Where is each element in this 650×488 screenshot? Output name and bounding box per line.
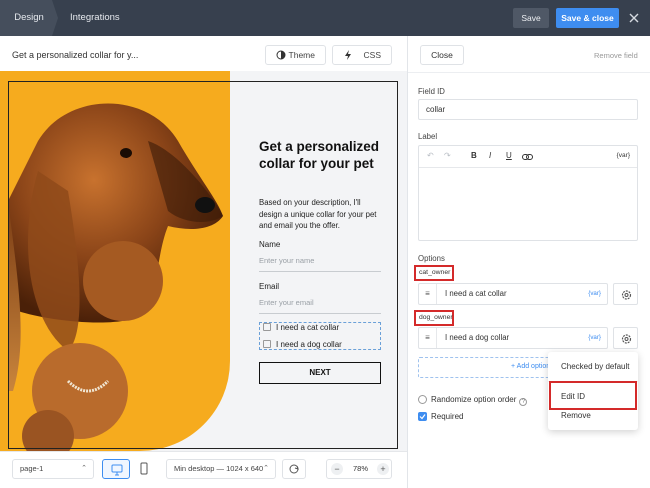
breakpoint-select[interactable]: Min desktop — 1024 x 640 ⌃ <box>166 459 276 479</box>
preview-heading: Get a personalized collar for your pet <box>259 139 380 171</box>
option-settings-button[interactable] <box>613 327 638 349</box>
name-input[interactable]: Enter your name <box>259 256 381 272</box>
lightning-icon <box>345 50 351 60</box>
undo-icon[interactable]: ↶ <box>427 151 434 160</box>
preview-option-dog[interactable]: I need a dog collar <box>263 340 342 349</box>
rotate-button[interactable] <box>282 459 306 479</box>
chevron-up-icon: ⌃ <box>263 465 269 472</box>
insert-variable-button[interactable]: {var} <box>617 152 630 159</box>
option-var-button[interactable]: {var} <box>588 284 601 304</box>
underline-button[interactable]: U <box>506 151 512 160</box>
tab-integrations[interactable]: Integrations <box>70 0 120 36</box>
css-button[interactable]: CSS <box>332 45 392 65</box>
tab-design[interactable]: Design <box>0 0 58 36</box>
required-label: Required <box>431 412 464 421</box>
preview-option-cat[interactable]: I need a cat collar <box>263 323 339 332</box>
label-label: Label <box>418 132 438 141</box>
desktop-view-button[interactable] <box>102 459 130 479</box>
option-var-button[interactable]: {var} <box>588 328 601 348</box>
theme-button-label: Theme <box>288 50 315 60</box>
email-field-label: Email <box>259 282 280 291</box>
email-input[interactable]: Enter your email <box>259 298 381 314</box>
panel-header-divider <box>408 72 650 73</box>
redo-icon[interactable]: ↷ <box>444 151 451 160</box>
form-title: Get a personalized collar for y... <box>12 50 139 60</box>
field-id-input[interactable]: collar <box>418 99 638 120</box>
preview-option-cat-label: I need a cat collar <box>276 323 340 332</box>
checkbox-icon <box>263 340 271 348</box>
name-field-label: Name <box>259 240 281 249</box>
option-row-cat: ≡ I need a cat collar {var} <box>418 283 608 305</box>
panel-close-button[interactable]: Close <box>420 45 464 65</box>
rotate-icon <box>289 464 299 474</box>
preview-option-dog-label: I need a dog collar <box>276 340 342 349</box>
italic-button[interactable]: I <box>489 151 491 160</box>
field-id-label: Field ID <box>418 87 445 96</box>
page-select-value: page-1 <box>20 464 44 473</box>
options-label: Options <box>418 254 445 263</box>
gear-icon <box>621 290 632 300</box>
zoom-level: 78% <box>353 464 369 473</box>
option-id-dog: dog_owner <box>419 314 453 321</box>
save-button[interactable]: Save <box>513 8 549 28</box>
drag-handle-icon[interactable]: ≡ <box>419 284 437 304</box>
zoom-out-button[interactable]: − <box>331 463 343 475</box>
link-icon[interactable] <box>522 153 533 161</box>
highlight-box <box>549 381 637 410</box>
remove-field-link[interactable]: Remove field <box>594 51 638 60</box>
option-text-dog[interactable]: I need a dog collar <box>445 328 509 348</box>
randomize-label: Randomize option order <box>431 395 517 404</box>
bold-button[interactable]: B <box>471 151 477 160</box>
preview-description: Based on your description, I'll design a… <box>259 198 377 230</box>
radio-icon <box>418 395 427 404</box>
mobile-icon <box>140 462 148 475</box>
gear-icon <box>621 334 632 344</box>
label-editor[interactable]: ↶ ↷ B I U {var} <box>418 145 638 241</box>
randomize-option[interactable]: Randomize option order? <box>418 395 528 406</box>
next-button[interactable]: NEXT <box>259 362 381 384</box>
checkbox-checked-icon <box>418 412 427 421</box>
chevron-up-icon: ⌃ <box>81 465 87 472</box>
option-text-cat[interactable]: I need a cat collar <box>445 284 507 304</box>
theme-icon <box>276 50 286 60</box>
zoom-in-button[interactable]: + <box>377 463 389 475</box>
close-icon[interactable] <box>626 9 642 27</box>
help-icon[interactable]: ? <box>519 398 528 406</box>
breakpoint-select-value: Min desktop — 1024 x 640 <box>174 464 264 473</box>
desktop-icon <box>111 464 123 476</box>
option-settings-button[interactable] <box>613 283 638 305</box>
zoom-control: − 78% + <box>326 459 392 479</box>
menu-item-checked-by-default[interactable]: Checked by default <box>561 362 630 371</box>
drag-handle-icon[interactable]: ≡ <box>419 328 437 348</box>
top-bar: Design Integrations Save Save & close <box>0 0 650 36</box>
option-row-dog: ≡ I need a dog collar {var} <box>418 327 608 349</box>
required-option[interactable]: Required <box>418 412 463 421</box>
theme-button[interactable]: Theme <box>265 45 326 65</box>
menu-item-remove[interactable]: Remove <box>561 411 591 420</box>
option-id-cat: cat_owner <box>419 269 451 276</box>
page-select[interactable]: page-1 ⌃ <box>12 459 94 479</box>
save-and-close-button[interactable]: Save & close <box>556 8 619 28</box>
add-option-label: + Add option <box>511 363 551 370</box>
label-editor-toolbar: ↶ ↷ B I U {var} <box>419 146 637 168</box>
checkbox-icon <box>263 323 271 331</box>
mobile-view-button[interactable] <box>130 459 158 479</box>
css-button-label: CSS <box>363 50 381 60</box>
